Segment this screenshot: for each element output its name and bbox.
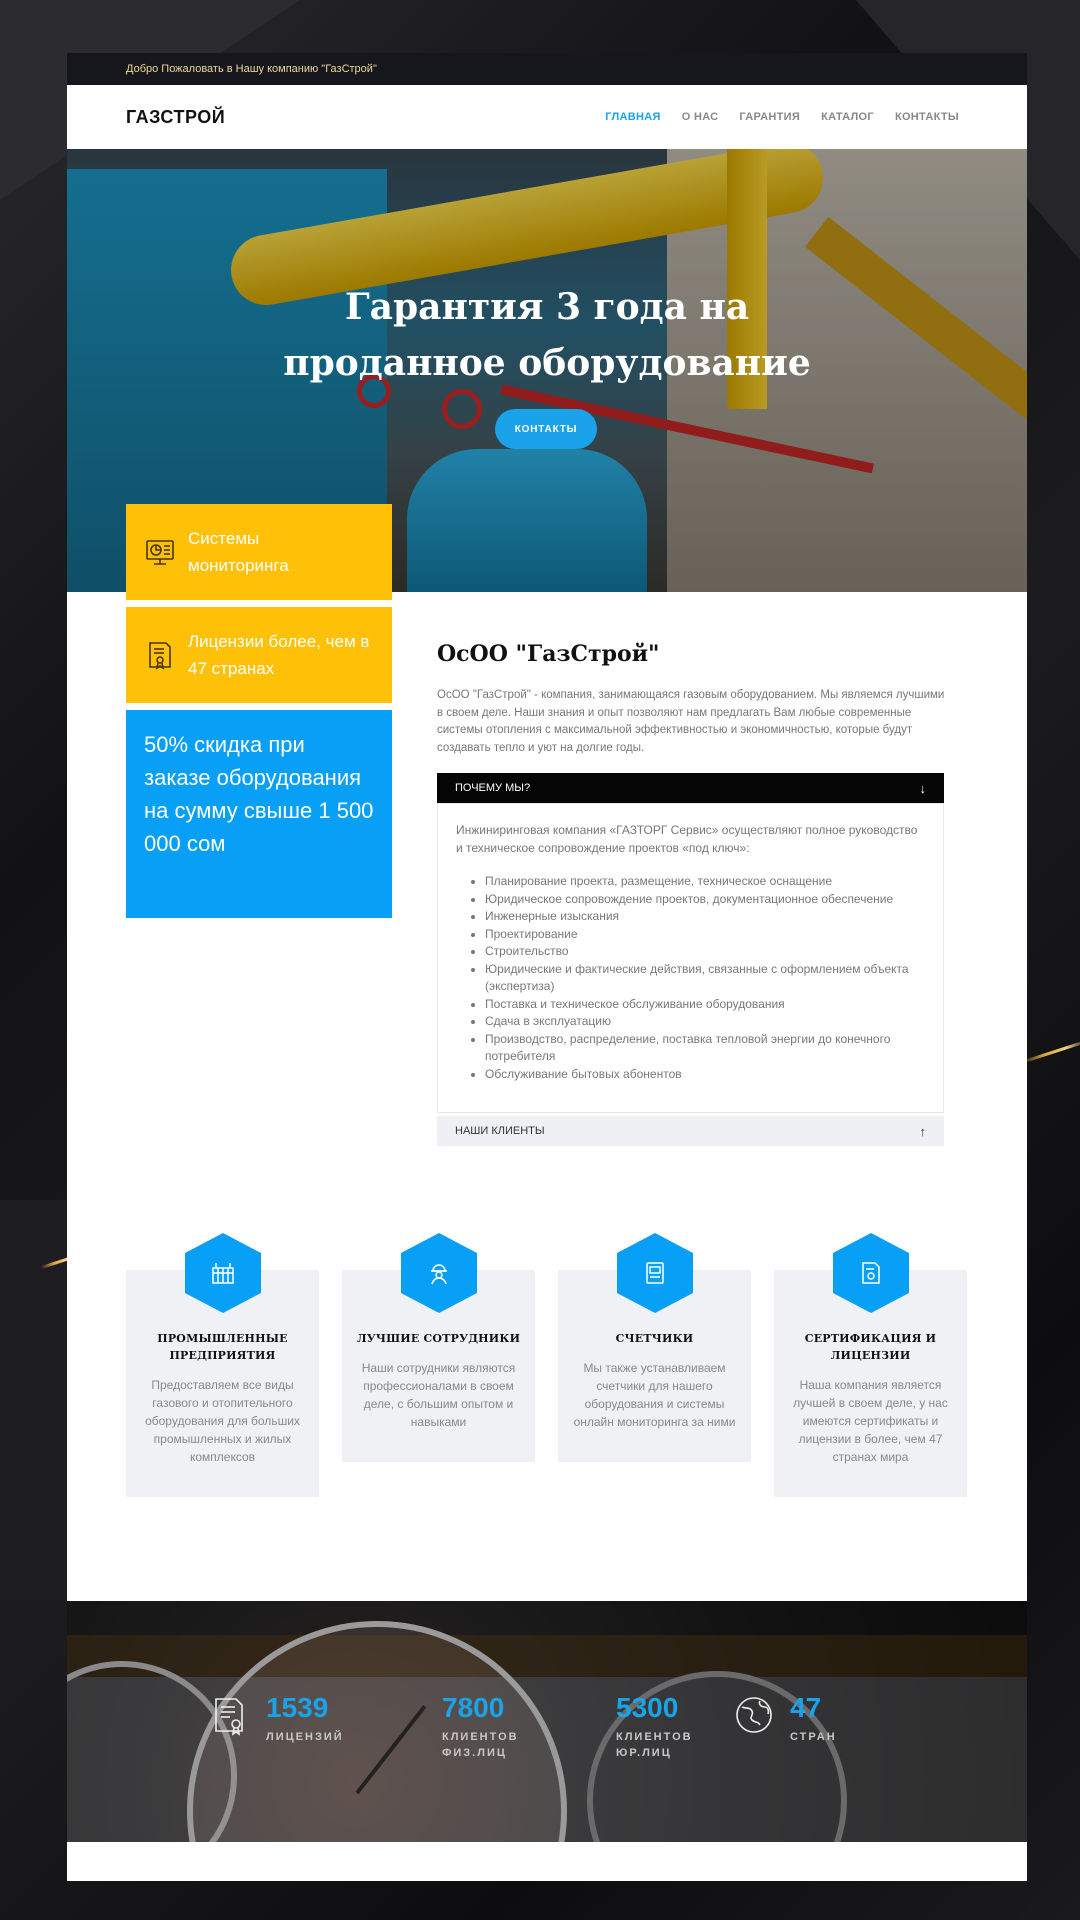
accordion-clients-header[interactable]: НАШИ КЛИЕНТЫ ↑ bbox=[437, 1116, 944, 1146]
welcome-text: Добро Пожаловать в Нашу компанию "ГазСтр… bbox=[126, 63, 377, 75]
stat-label: СТРАН bbox=[790, 1731, 837, 1743]
globe-icon bbox=[736, 1697, 772, 1733]
stat-label: ЛИЦЕНЗИЙ bbox=[266, 1731, 344, 1743]
list-item: Производство, распределение, поставка те… bbox=[485, 1031, 925, 1066]
accordion-why-label: ПОЧЕМУ МЫ? bbox=[455, 782, 531, 794]
nav-catalog[interactable]: КАТАЛОГ bbox=[821, 111, 874, 123]
list-item: Обслуживание бытовых абонентов bbox=[485, 1066, 925, 1084]
logo[interactable]: ГАЗСТРОЙ bbox=[126, 107, 225, 128]
arrow-down-icon: ↓ bbox=[919, 780, 927, 796]
services-list: Планирование проекта, размещение, технич… bbox=[456, 873, 925, 1083]
stat-licenses: 1539 ЛИЦЕНЗИЙ bbox=[208, 1693, 344, 1745]
stats-strip-amber bbox=[67, 1635, 1027, 1677]
footer-strip bbox=[67, 1842, 1027, 1881]
monitor-chart-icon bbox=[146, 540, 174, 565]
stat-number: 7800 bbox=[442, 1692, 505, 1723]
feature-licenses-label: Лицензии более, чем в 47 странах bbox=[188, 632, 370, 678]
stat-number: 1539 bbox=[266, 1692, 329, 1723]
list-item: Инженерные изыскания bbox=[485, 908, 925, 926]
accordion-why-header[interactable]: ПОЧЕМУ МЫ? ↓ bbox=[437, 773, 944, 803]
card-text: Предоставляем все виды газового и отопит… bbox=[145, 1378, 300, 1464]
list-item: Юридические и фактические действия, связ… bbox=[485, 961, 925, 996]
list-item: Планирование проекта, размещение, технич… bbox=[485, 873, 925, 891]
nav-contacts[interactable]: КОНТАКТЫ bbox=[895, 111, 959, 123]
discount-box: 50% скидка при заказе оборудования на су… bbox=[126, 710, 392, 918]
stat-countries: 47 СТРАН bbox=[732, 1693, 837, 1745]
stat-companies: 5300 КЛИЕНТОВ ЮР.ЛИЦ bbox=[616, 1693, 706, 1761]
list-item: Сдача в эксплуатацию bbox=[485, 1013, 925, 1031]
accordion-why-intro: Инжиниринговая компания «ГАЗТОРГ Сервис»… bbox=[456, 823, 918, 855]
card-title: ЛУЧШИЕ СОТРУДНИКИ bbox=[356, 1332, 521, 1345]
card-title: СЧЕТЧИКИ bbox=[615, 1332, 694, 1345]
list-item: Проектирование bbox=[485, 926, 925, 944]
nav-home[interactable]: ГЛАВНАЯ bbox=[605, 111, 660, 123]
contacts-button[interactable]: КОНТАКТЫ bbox=[495, 409, 597, 449]
document-icon bbox=[215, 1698, 243, 1736]
card-text: Наши сотрудники являются профессионалами… bbox=[361, 1361, 516, 1429]
card-title: ПРОМЫШЛЕННЫЕ ПРЕДПРИЯТИЯ bbox=[157, 1332, 288, 1362]
feature-monitoring[interactable]: Системы мониторинга bbox=[126, 504, 392, 600]
stat-label: КЛИЕНТОВ ЮР.ЛИЦ bbox=[616, 1731, 693, 1759]
nav-about[interactable]: О НАС bbox=[682, 111, 719, 123]
card-text: Мы также устанавливаем счетчики для наше… bbox=[573, 1361, 736, 1429]
accordion-clients-label: НАШИ КЛИЕНТЫ bbox=[455, 1125, 545, 1137]
card-text: Наша компания является лучшей в своем де… bbox=[793, 1378, 948, 1464]
navbar: ГАЗСТРОЙ ГЛАВНАЯ О НАС ГАРАНТИЯ КАТАЛОГ … bbox=[67, 85, 1027, 149]
stat-individuals: 7800 КЛИЕНТОВ ФИЗ.ЛИЦ bbox=[442, 1693, 532, 1761]
stats-strip-dark bbox=[67, 1601, 1027, 1635]
card-title: СЕРТИФИКАЦИЯ И ЛИЦЕНЗИИ bbox=[804, 1332, 937, 1362]
page: Добро Пожаловать в Нашу компанию "ГазСтр… bbox=[67, 53, 1027, 1881]
stat-number: 47 bbox=[790, 1692, 822, 1723]
hero-title: Гарантия 3 года на проданное оборудовани… bbox=[283, 286, 811, 384]
list-item: Юридическое сопровождение проектов, доку… bbox=[485, 891, 925, 909]
certificate-icon bbox=[149, 642, 171, 670]
accordion-why-body: Инжиниринговая компания «ГАЗТОРГ Сервис»… bbox=[437, 803, 944, 1113]
list-item: Поставка и техническое обслуживание обор… bbox=[485, 996, 925, 1014]
main-menu: ГЛАВНАЯ О НАС ГАРАНТИЯ КАТАЛОГ КОНТАКТЫ bbox=[605, 111, 959, 123]
about-title: ОсОО "ГазСтрой" bbox=[437, 641, 660, 667]
feature-monitoring-label: Системы мониторинга bbox=[188, 529, 289, 575]
nav-guarantee[interactable]: ГАРАНТИЯ bbox=[739, 111, 800, 123]
about-text: ОсОО "ГазСтрой" - компания, занимающаяся… bbox=[437, 689, 945, 754]
list-item: Строительство bbox=[485, 943, 925, 961]
stat-label: КЛИЕНТОВ ФИЗ.ЛИЦ bbox=[442, 1731, 519, 1759]
stat-number: 5300 bbox=[616, 1692, 679, 1723]
top-bar: Добро Пожаловать в Нашу компанию "ГазСтр… bbox=[67, 53, 1027, 85]
feature-licenses[interactable]: Лицензии более, чем в 47 странах bbox=[126, 607, 392, 703]
arrow-up-icon: ↑ bbox=[919, 1123, 927, 1139]
